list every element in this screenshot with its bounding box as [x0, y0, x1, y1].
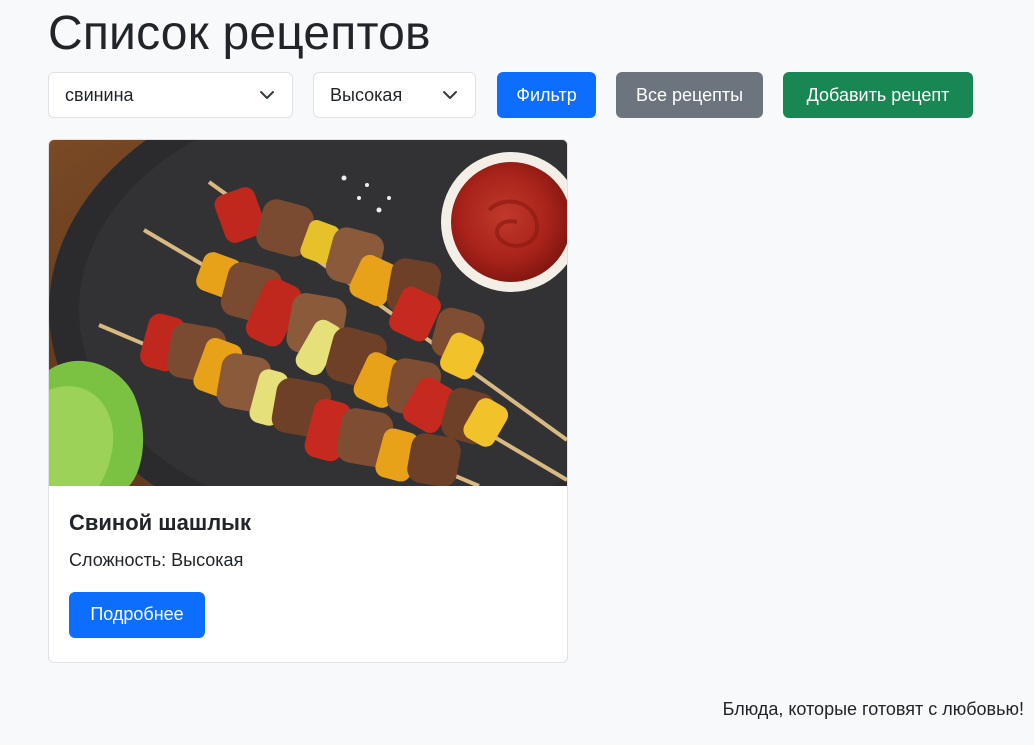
- filter-button[interactable]: Фильтр: [497, 72, 596, 118]
- recipe-card-body: Свиной шашлык Сложность: Высокая Подробн…: [49, 510, 567, 638]
- chevron-down-icon: [441, 86, 459, 104]
- difficulty-select[interactable]: Высокая: [313, 72, 476, 118]
- ingredient-select[interactable]: свинина: [48, 72, 293, 118]
- footer-text: Блюда, которые готовят с любовью!: [722, 699, 1024, 719]
- filter-bar: свинина Высокая Фильтр Все рецепты Добав…: [48, 72, 1008, 118]
- all-recipes-button[interactable]: Все рецепты: [616, 72, 763, 118]
- add-recipe-button[interactable]: Добавить рецепт: [783, 72, 973, 118]
- recipe-title: Свиной шашлык: [69, 510, 251, 535]
- ingredient-select-value: свинина: [65, 84, 134, 105]
- recipe-card: Свиной шашлык Сложность: Высокая Подробн…: [48, 139, 568, 663]
- recipe-difficulty: Сложность: Высокая: [69, 550, 244, 571]
- recipe-details-button[interactable]: Подробнее: [69, 591, 205, 638]
- kebab-photo: [49, 140, 567, 486]
- main-container: Список рецептов свинина Высокая Фильтр В…: [48, 0, 1008, 118]
- difficulty-select-value: Высокая: [330, 84, 403, 105]
- page-title: Список рецептов: [48, 7, 431, 60]
- chevron-down-icon: [258, 86, 276, 104]
